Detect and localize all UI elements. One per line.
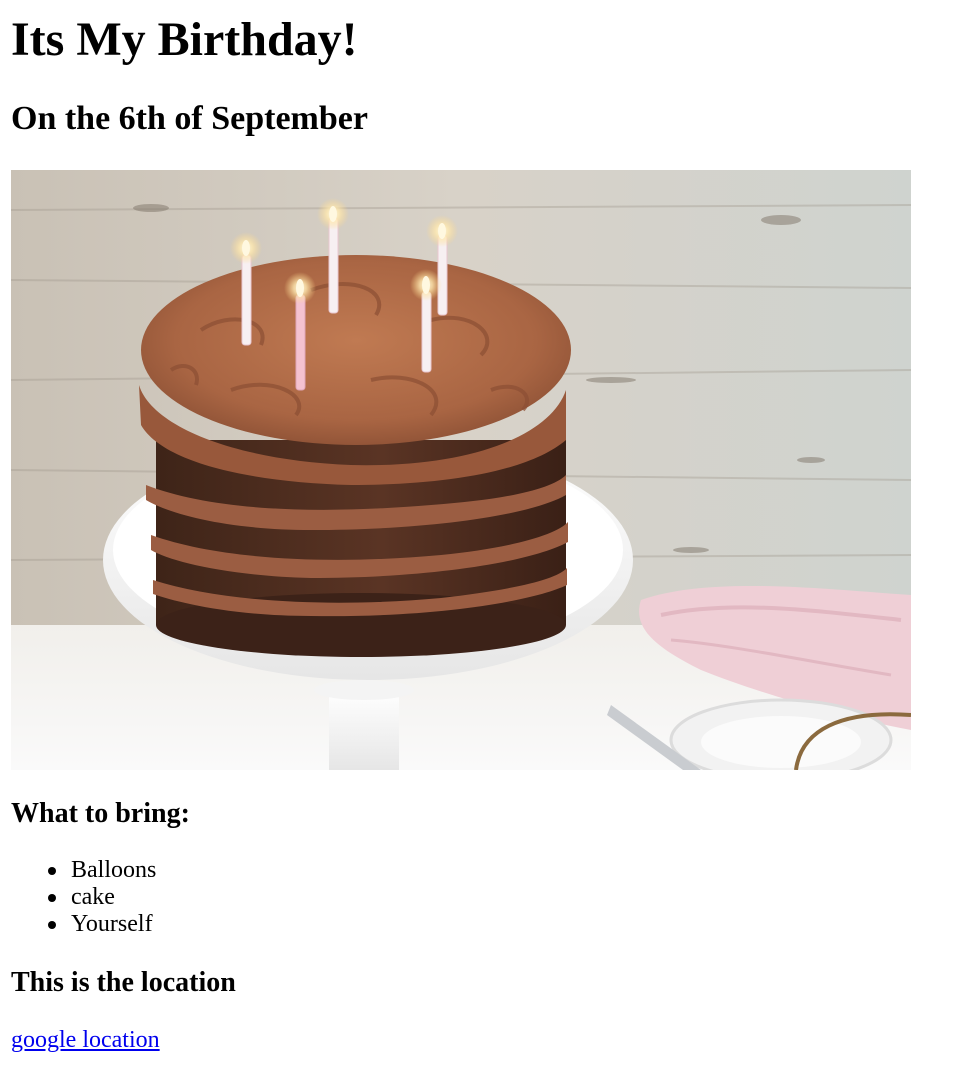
what-to-bring-heading: What to bring: bbox=[11, 798, 190, 829]
bullet-icon bbox=[48, 894, 56, 902]
list-item-label: Balloons bbox=[71, 857, 157, 883]
location-heading: This is the location bbox=[11, 967, 236, 998]
list-item-label: Yourself bbox=[71, 911, 153, 937]
bullet-icon bbox=[48, 867, 56, 875]
page-subtitle: On the 6th of September bbox=[11, 100, 368, 137]
bullet-icon bbox=[48, 921, 56, 929]
bring-list: Balloons cake Yourself bbox=[11, 857, 156, 938]
list-item: Balloons bbox=[11, 857, 156, 884]
page-title: Its My Birthday! bbox=[11, 13, 358, 66]
list-item: Yourself bbox=[11, 911, 156, 938]
list-item: cake bbox=[11, 884, 156, 911]
list-item-label: cake bbox=[71, 884, 115, 910]
birthday-cake-image bbox=[11, 170, 911, 770]
google-location-link[interactable]: google location bbox=[11, 1026, 160, 1054]
